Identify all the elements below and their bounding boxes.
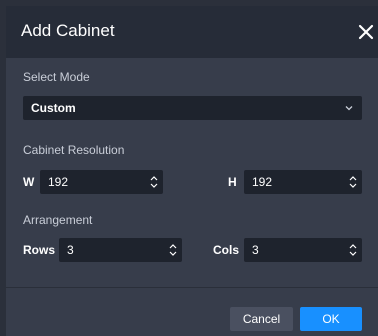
- select-mode-dropdown[interactable]: Custom: [23, 96, 362, 120]
- cols-label: Cols: [213, 243, 240, 257]
- width-input[interactable]: 192: [40, 170, 163, 194]
- footer-divider: [6, 287, 378, 288]
- spinner-arrows-icon[interactable]: [169, 242, 177, 258]
- select-mode-label: Select Mode: [23, 70, 90, 84]
- height-label: H: [228, 175, 237, 189]
- height-input[interactable]: 192: [244, 170, 362, 194]
- add-cabinet-dialog: Add Cabinet Select Mode Custom Cabinet R…: [6, 6, 378, 336]
- rows-value: 3: [67, 243, 74, 257]
- ok-button[interactable]: OK: [300, 307, 362, 331]
- select-mode-value: Custom: [31, 101, 76, 115]
- cancel-button[interactable]: Cancel: [230, 307, 293, 331]
- cabinet-resolution-label: Cabinet Resolution: [23, 143, 125, 157]
- rows-label: Rows: [23, 243, 56, 257]
- rows-input[interactable]: 3: [59, 238, 182, 262]
- arrangement-label: Arrangement: [23, 213, 93, 227]
- dialog-title: Add Cabinet: [21, 21, 115, 40]
- width-value: 192: [48, 175, 69, 189]
- chevron-down-icon: [345, 106, 353, 111]
- spinner-arrows-icon[interactable]: [349, 174, 357, 190]
- cols-input[interactable]: 3: [244, 238, 362, 262]
- spinner-arrows-icon[interactable]: [150, 174, 158, 190]
- height-value: 192: [252, 175, 273, 189]
- cols-value: 3: [252, 243, 259, 257]
- width-label: W: [23, 175, 35, 189]
- spinner-arrows-icon[interactable]: [349, 242, 357, 258]
- close-icon[interactable]: [357, 23, 375, 41]
- dialog-header: Add Cabinet: [6, 6, 378, 58]
